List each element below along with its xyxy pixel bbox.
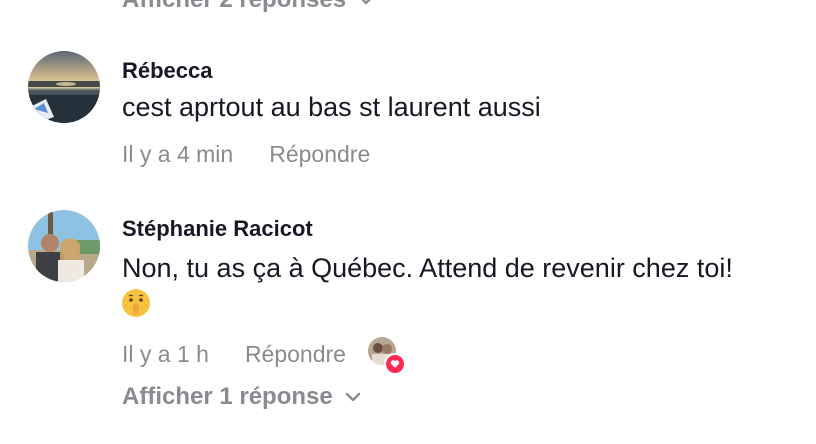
comment-text: Non, tu as ça à Québec. Attend de reveni… — [122, 253, 733, 283]
comment-timestamp: Il y a 4 min — [122, 141, 234, 167]
view-replies-toggle[interactable]: Afficher 2 réponses — [122, 0, 376, 14]
avatar[interactable] — [28, 210, 100, 282]
shushing-face-emoji-icon — [122, 289, 150, 317]
comment-meta: Il y a 4 min Répondre — [122, 141, 392, 168]
view-replies-label: Afficher 2 réponses — [122, 0, 346, 14]
view-replies-label: Afficher 1 réponse — [122, 383, 333, 410]
comment-timestamp: Il y a 1 h — [122, 340, 209, 367]
comment-author[interactable]: Rébecca — [122, 58, 213, 84]
sunset-lake-avatar-image — [28, 51, 100, 123]
comments-panel: Afficher 2 réponses Rébecca — [0, 0, 816, 444]
reply-button[interactable]: Répondre — [269, 141, 370, 168]
reply-button[interactable]: Répondre — [245, 341, 346, 368]
comment-meta: Il y a 1 h Répondre — [122, 337, 406, 375]
avatar[interactable] — [28, 51, 100, 123]
heart-icon — [383, 353, 406, 375]
couple-photo-avatar-image — [28, 210, 100, 282]
liked-by-creator-badge — [367, 337, 406, 375]
chevron-down-icon — [361, 0, 371, 5]
comment-author[interactable]: Stéphanie Racicot — [122, 216, 313, 242]
chevron-down-icon — [345, 392, 360, 402]
comment-text: cest aprtout au bas st laurent aussi — [122, 92, 541, 122]
view-replies-toggle[interactable]: Afficher 1 réponse — [122, 383, 363, 411]
